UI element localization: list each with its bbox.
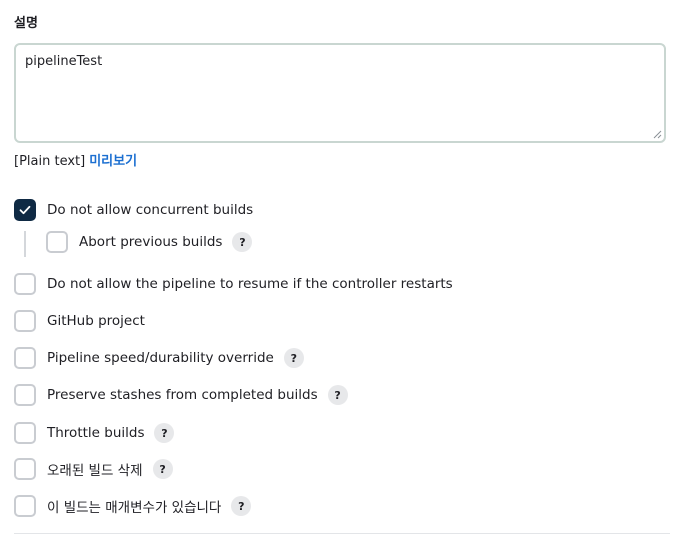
checkbox-parameterized[interactable] [14, 495, 36, 517]
checkbox-github-project[interactable] [14, 310, 36, 332]
option-preserve-stashes[interactable]: Preserve stashes from completed builds ? [14, 384, 348, 406]
help-icon[interactable]: ? [154, 423, 175, 443]
checkbox-discard-old-builds[interactable] [14, 458, 36, 480]
option-label: 이 빌드는 매개변수가 있습니다 [47, 500, 222, 516]
format-text: [Plain text] [14, 154, 86, 169]
nested-indent-line [24, 231, 26, 257]
preview-link[interactable]: 미리보기 [89, 154, 137, 169]
checkbox-concurrent-builds[interactable] [14, 199, 36, 221]
option-resume-controller[interactable]: Do not allow the pipeline to resume if t… [14, 273, 453, 295]
description-label: 설명 [14, 16, 38, 31]
description-value: pipelineTest [25, 54, 103, 69]
option-label: Do not allow the pipeline to resume if t… [47, 276, 453, 292]
help-icon[interactable]: ? [327, 385, 348, 405]
option-parameterized[interactable]: 이 빌드는 매개변수가 있습니다 ? [14, 495, 252, 517]
help-icon[interactable]: ? [231, 496, 252, 516]
option-pipeline-speed[interactable]: Pipeline speed/durability override ? [14, 347, 304, 369]
help-icon[interactable]: ? [283, 348, 304, 368]
resize-grip-icon[interactable] [653, 130, 662, 139]
option-label: Pipeline speed/durability override [47, 350, 274, 366]
checkbox-pipeline-speed[interactable] [14, 347, 36, 369]
checkbox-resume-controller[interactable] [14, 273, 36, 295]
format-row: [Plain text] 미리보기 [14, 150, 137, 169]
option-github-project[interactable]: GitHub project [14, 310, 145, 332]
help-icon[interactable]: ? [152, 459, 173, 479]
help-icon[interactable]: ? [232, 232, 253, 252]
option-throttle-builds[interactable]: Throttle builds ? [14, 422, 175, 444]
option-label: Abort previous builds [79, 234, 223, 250]
option-discard-old-builds[interactable]: 오래된 빌드 삭제 ? [14, 458, 173, 480]
description-textarea[interactable]: pipelineTest [14, 43, 666, 143]
checkbox-abort-previous-builds[interactable] [46, 231, 68, 253]
checkbox-preserve-stashes[interactable] [14, 384, 36, 406]
checkbox-throttle-builds[interactable] [14, 422, 36, 444]
option-label: GitHub project [47, 313, 145, 329]
option-label: 오래된 빌드 삭제 [47, 463, 143, 479]
option-label: Do not allow concurrent builds [47, 202, 254, 218]
checkmark-icon [19, 205, 31, 215]
option-label: Throttle builds [47, 425, 145, 441]
section-divider [14, 533, 670, 534]
option-abort-previous-builds[interactable]: Abort previous builds ? [46, 231, 253, 253]
option-label: Preserve stashes from completed builds [47, 387, 318, 403]
option-concurrent-builds[interactable]: Do not allow concurrent builds [14, 199, 253, 221]
